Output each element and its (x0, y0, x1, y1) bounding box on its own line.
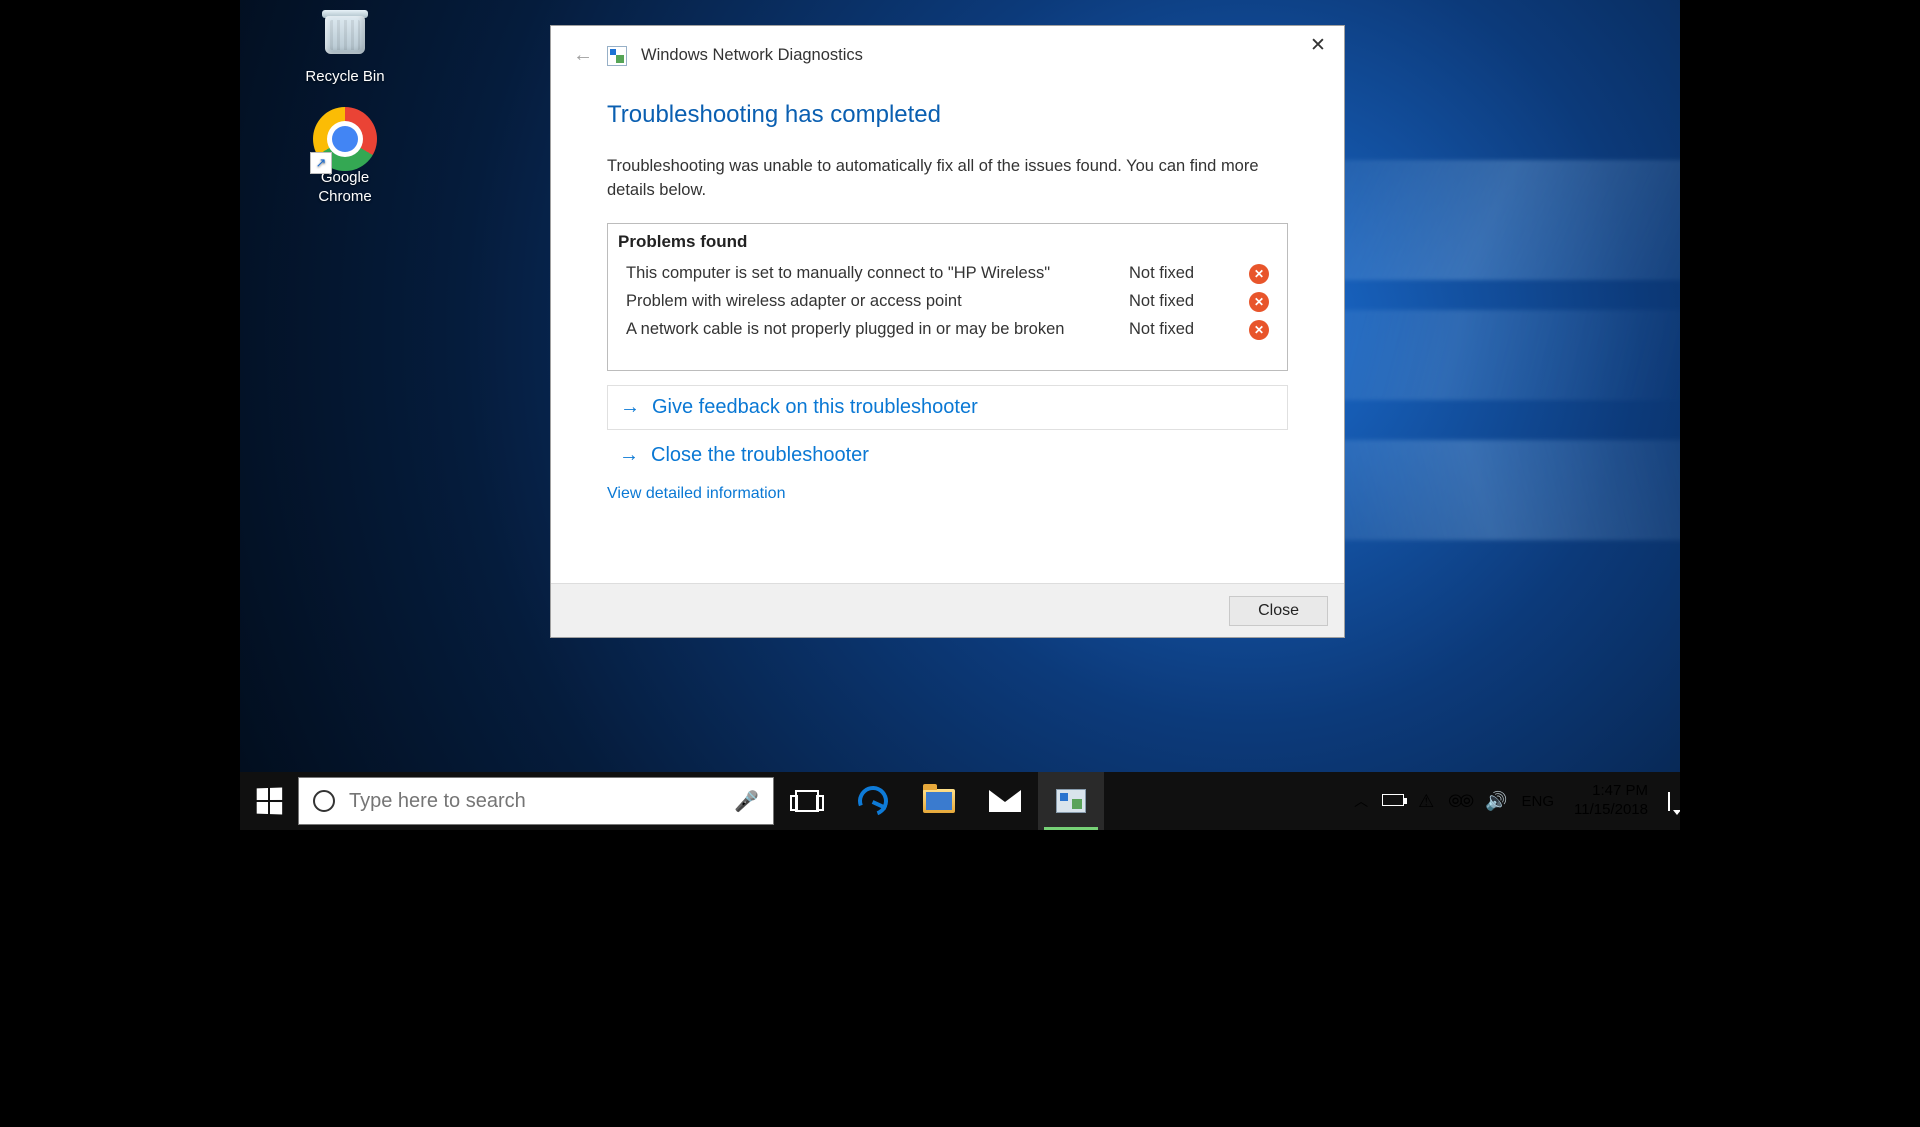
give-feedback-link[interactable]: → Give feedback on this troubleshooter (607, 385, 1288, 430)
problem-row[interactable]: A network cable is not properly plugged … (608, 316, 1287, 344)
not-fixed-icon: ✕ (1249, 264, 1269, 284)
not-fixed-icon: ✕ (1249, 320, 1269, 340)
shortcut-arrow-icon: ↗ (310, 152, 332, 174)
search-input[interactable] (349, 790, 720, 813)
problems-found-box: Problems found This computer is set to m… (607, 223, 1288, 371)
problem-text: Problem with wireless adapter or access … (626, 292, 1129, 311)
chrome-icon: ↗ (313, 107, 377, 171)
file-explorer-app[interactable] (906, 772, 972, 830)
clock[interactable]: 1:47 PM 11/15/2018 (1568, 782, 1654, 820)
diagnostics-icon (1056, 789, 1086, 813)
edge-icon (853, 781, 893, 821)
diagnostics-app[interactable] (1038, 772, 1104, 830)
link-label: Close the troubleshooter (651, 444, 869, 467)
problem-row[interactable]: Problem with wireless adapter or access … (608, 288, 1287, 316)
tray-overflow-icon[interactable]: ︿ (1354, 791, 1368, 811)
chrome-shortcut[interactable]: ↗ Google Chrome (290, 107, 400, 207)
problem-row[interactable]: This computer is set to manually connect… (608, 260, 1287, 288)
time-text: 1:47 PM (1574, 782, 1648, 801)
volume-icon[interactable]: 🔊 (1485, 791, 1507, 812)
view-detailed-link[interactable]: View detailed information (607, 481, 1288, 503)
desktop: Recycle Bin ↗ Google Chrome ✕ ← Windows … (240, 0, 1680, 830)
task-view-button[interactable] (774, 772, 840, 830)
windows-logo-icon (257, 788, 282, 815)
mail-icon (989, 790, 1021, 812)
edge-app[interactable] (840, 772, 906, 830)
folder-icon (923, 789, 955, 813)
close-button[interactable]: Close (1229, 596, 1328, 626)
action-center-icon[interactable] (1668, 793, 1670, 810)
recycle-bin-shortcut[interactable]: Recycle Bin (290, 6, 400, 87)
close-icon[interactable]: ✕ (1298, 28, 1338, 62)
problems-header: Problems found (608, 232, 1287, 260)
recycle-bin-label: Recycle Bin (290, 68, 400, 87)
start-button[interactable] (240, 772, 298, 830)
arrow-right-icon: → (620, 396, 640, 419)
wifi-icon[interactable]: ⚠ (1418, 791, 1434, 812)
network-diagnostics-dialog: ✕ ← Windows Network Diagnostics Troubles… (550, 25, 1345, 638)
network-icon[interactable]: ⦾⦾ (1448, 791, 1471, 812)
problem-text: This computer is set to manually connect… (626, 264, 1129, 283)
chrome-label: Google Chrome (290, 169, 400, 207)
not-fixed-icon: ✕ (1249, 292, 1269, 312)
microphone-icon[interactable]: 🎤 (734, 789, 759, 814)
arrow-right-icon: → (619, 444, 639, 467)
taskbar: 🎤 ︿ ⚠ ⦾⦾ 🔊 ENG 1:47 PM 11/15/2018 (240, 772, 1680, 830)
dialog-heading: Troubleshooting has completed (607, 101, 1288, 129)
search-box[interactable]: 🎤 (298, 777, 774, 825)
problem-status: Not fixed (1129, 292, 1249, 311)
link-label: Give feedback on this troubleshooter (652, 396, 978, 419)
problem-status: Not fixed (1129, 320, 1249, 339)
diagnostics-icon (607, 46, 627, 66)
task-view-icon (795, 790, 819, 812)
problem-text: A network cable is not properly plugged … (626, 320, 1129, 339)
system-tray: ︿ ⚠ ⦾⦾ 🔊 ENG 1:47 PM 11/15/2018 (1344, 782, 1680, 820)
recycle-bin-icon (320, 6, 370, 56)
problem-status: Not fixed (1129, 264, 1249, 283)
cortana-icon (313, 790, 335, 812)
dialog-description: Troubleshooting was unable to automatica… (607, 155, 1288, 203)
dialog-title: Windows Network Diagnostics (641, 46, 863, 65)
battery-icon[interactable] (1382, 793, 1404, 810)
mail-app[interactable] (972, 772, 1038, 830)
language-indicator[interactable]: ENG (1522, 793, 1555, 810)
close-troubleshooter-link[interactable]: → Close the troubleshooter (607, 436, 1288, 481)
date-text: 11/15/2018 (1574, 801, 1648, 820)
back-arrow-icon[interactable]: ← (573, 44, 593, 67)
